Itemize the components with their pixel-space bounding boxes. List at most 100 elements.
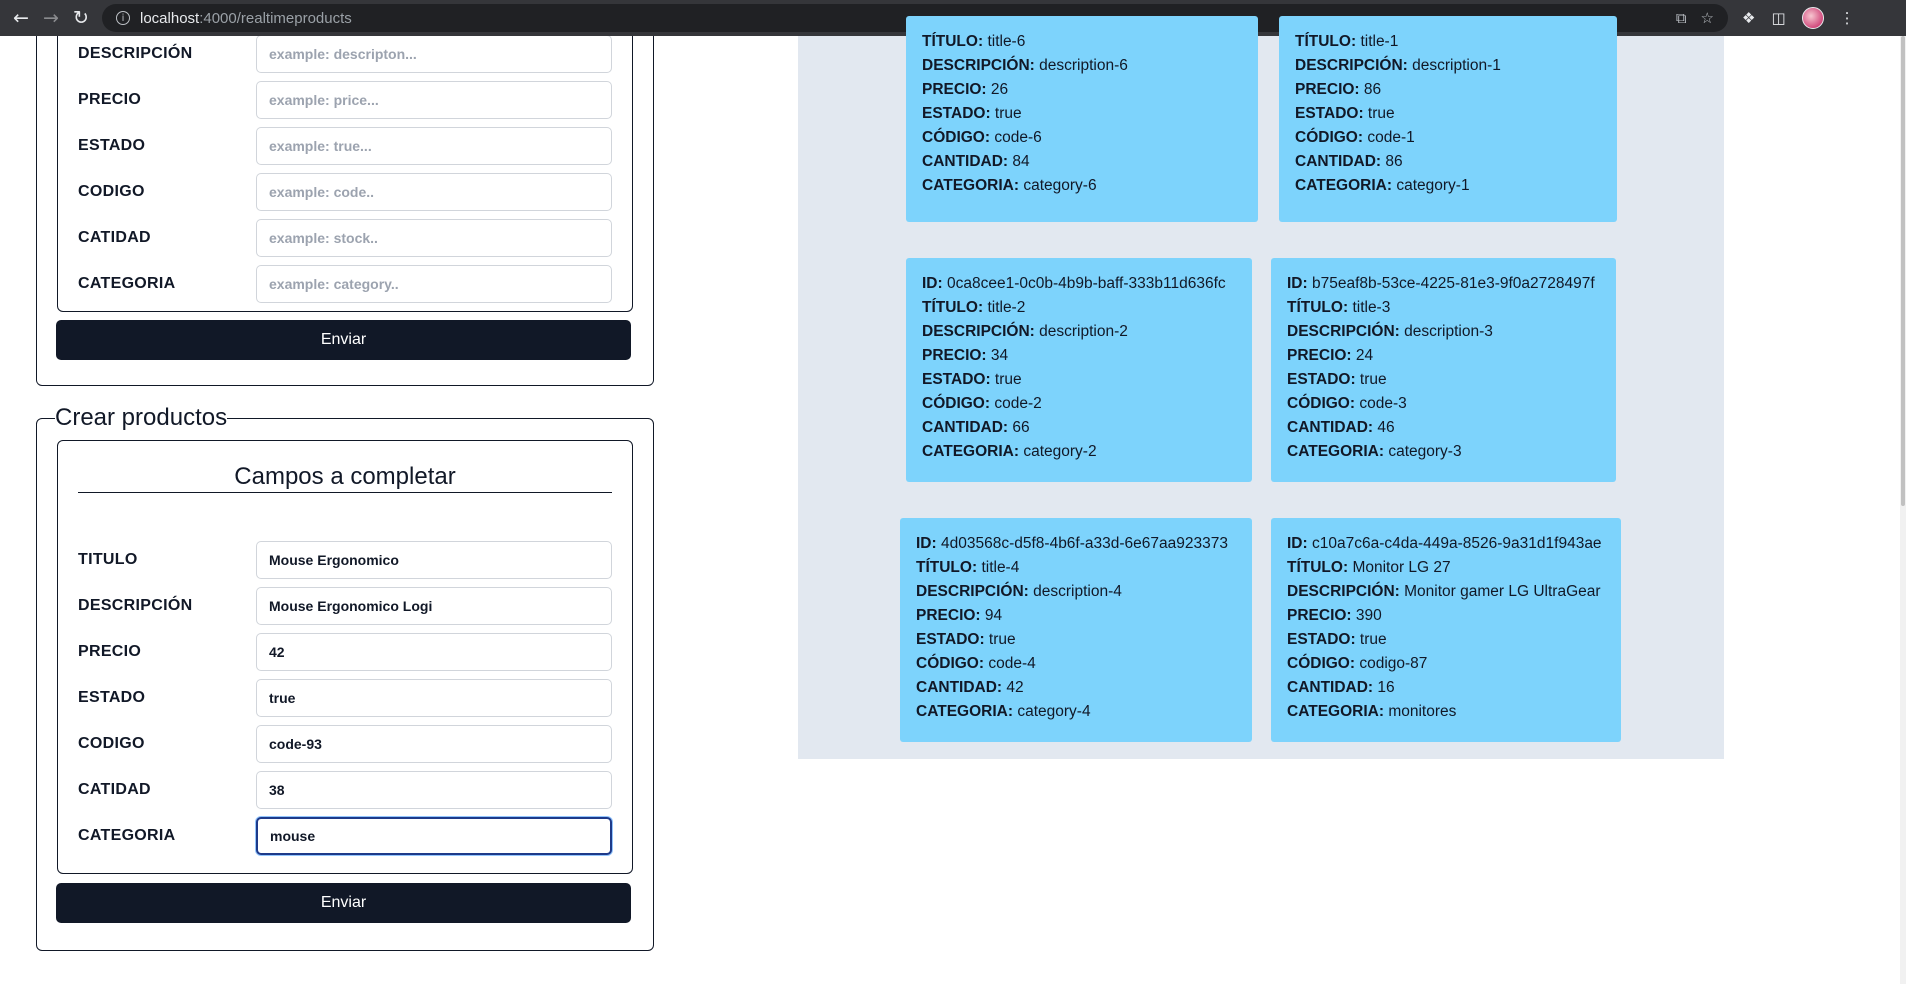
form-row: CATIDAD	[78, 215, 612, 261]
create-fields-panel: Campos a completar TITULO DESCRIPCIÓN PREC…	[57, 440, 633, 874]
side-panel-icon[interactable]: ◫	[1771, 9, 1785, 27]
product-stock-line: CANTIDAD: 86	[1295, 150, 1601, 174]
field-input[interactable]	[256, 36, 612, 73]
create-legend: Crear productos	[55, 404, 228, 431]
field-input[interactable]	[256, 541, 612, 579]
url-path: :4000/realtimeproducts	[199, 9, 352, 27]
product-code-value: code-2	[994, 395, 1042, 412]
product-status-line: ESTADO: true	[1287, 368, 1600, 392]
site-info-icon[interactable]: i	[116, 11, 130, 25]
update-fields-panel: DESCRIPCIÓN PRECIO ESTADO CODIGO CATIDAD CATE…	[57, 36, 633, 312]
product-status-line: ESTADO: true	[1295, 102, 1601, 126]
product-id-line: ID: b75eaf8b-53ce-4225-81e3-9f0a2728497f	[1287, 272, 1600, 296]
extensions-puzzle-icon[interactable]: ❖	[1742, 9, 1755, 27]
field-input[interactable]	[256, 633, 612, 671]
bookmark-star-icon[interactable]: ☆	[1701, 9, 1714, 27]
product-price-label: PRECIO:	[1295, 81, 1360, 98]
form-row: CATEGORIA	[78, 261, 612, 307]
form-row: PRECIO	[78, 77, 612, 123]
product-stock-value: 66	[1012, 419, 1030, 436]
product-title-label: TÍTULO:	[1287, 559, 1349, 576]
product-code-line: CÓDIGO: code-2	[922, 392, 1236, 416]
back-arrow-icon[interactable]: ←	[8, 5, 34, 31]
product-description-line: DESCRIPCIÓN: description-4	[916, 580, 1236, 604]
product-code-label: CÓDIGO:	[1295, 129, 1364, 146]
field-label: TITULO	[78, 551, 138, 568]
product-code-line: CÓDIGO: code-4	[916, 652, 1236, 676]
product-price-line: PRECIO: 390	[1287, 604, 1605, 628]
field-input[interactable]	[256, 81, 612, 119]
field-input[interactable]	[256, 127, 612, 165]
product-category-value: category-3	[1388, 443, 1462, 460]
product-id-line: ID: 4d03568c-d5f8-4b6f-a33d-6e67aa923373	[916, 532, 1236, 556]
url-host: localhost	[140, 9, 200, 27]
field-input[interactable]	[256, 679, 612, 717]
product-status-line: ESTADO: true	[922, 102, 1242, 126]
product-description-label: DESCRIPCIÓN:	[916, 583, 1029, 600]
scrollbar-thumb[interactable]	[1901, 36, 1905, 506]
url-text[interactable]: localhost:4000/realtimeproducts	[140, 10, 352, 27]
field-label: PRECIO	[78, 91, 142, 108]
product-title-value: title-4	[981, 559, 1020, 576]
profile-avatar[interactable]	[1801, 7, 1824, 29]
product-id-label: ID:	[1287, 535, 1308, 552]
product-description-line: DESCRIPCIÓN: description-3	[1287, 320, 1600, 344]
product-title-line: TÍTULO: Monitor LG 27	[1287, 556, 1605, 580]
product-category-line: CATEGORIA: category-3	[1287, 440, 1600, 464]
product-description-value: description-4	[1033, 583, 1122, 600]
product-status-line: ESTADO: true	[922, 368, 1236, 392]
product-title-line: TÍTULO: title-2	[922, 296, 1236, 320]
product-category-value: category-6	[1023, 177, 1097, 194]
product-title-label: TÍTULO:	[1295, 33, 1357, 50]
product-code-label: CÓDIGO:	[916, 655, 985, 672]
product-card: ID: b75eaf8b-53ce-4225-81e3-9f0a2728497f…	[1271, 258, 1616, 482]
product-id-label: ID:	[1287, 275, 1308, 292]
product-title-label: TÍTULO:	[922, 33, 984, 50]
product-status-label: ESTADO:	[922, 371, 991, 388]
product-category-label: CATEGORIA:	[922, 443, 1020, 460]
product-description-label: DESCRIPCIÓN:	[1295, 57, 1408, 74]
field-input[interactable]	[256, 817, 612, 855]
create-product-fieldset: Crear productos Campos a completar TITUL…	[36, 404, 654, 951]
product-status-label: ESTADO:	[1295, 105, 1364, 122]
field-input[interactable]	[256, 173, 612, 211]
product-price-line: PRECIO: 26	[922, 78, 1242, 102]
form-row: TITULO	[78, 537, 612, 583]
field-label: CODIGO	[78, 735, 145, 752]
product-stock-label: CANTIDAD:	[922, 153, 1009, 170]
product-stock-line: CANTIDAD: 42	[916, 676, 1236, 700]
field-input[interactable]	[256, 771, 612, 809]
product-status-line: ESTADO: true	[916, 628, 1236, 652]
product-code-label: CÓDIGO:	[922, 395, 991, 412]
product-category-label: CATEGORIA:	[916, 703, 1014, 720]
update-field-list: DESCRIPCIÓN PRECIO ESTADO CODIGO CATIDAD CATE…	[78, 36, 612, 307]
product-price-line: PRECIO: 24	[1287, 344, 1600, 368]
field-input[interactable]	[256, 725, 612, 763]
product-category-line: CATEGORIA: monitores	[1287, 700, 1605, 724]
form-row: CATIDAD	[78, 767, 612, 813]
field-label: PRECIO	[78, 643, 142, 660]
field-label: CODIGO	[78, 183, 145, 200]
create-submit-button[interactable]: Enviar	[56, 883, 631, 923]
product-card: ID: 4d03568c-d5f8-4b6f-a33d-6e67aa923373…	[900, 518, 1252, 742]
field-input[interactable]	[256, 265, 612, 303]
forward-arrow-icon[interactable]: →	[38, 5, 64, 31]
product-price-value: 86	[1363, 81, 1382, 98]
product-category-line: CATEGORIA: category-1	[1295, 174, 1601, 198]
share-icon[interactable]: ⧉	[1676, 9, 1687, 27]
product-stock-value: 42	[1006, 679, 1024, 696]
product-stock-label: CANTIDAD:	[1287, 419, 1374, 436]
create-field-list: TITULO DESCRIPCIÓN PRECIO ESTADO CODIGO CATID…	[78, 537, 612, 859]
field-input[interactable]	[256, 587, 612, 625]
product-id-value: 0ca8cee1-0c0b-4b9b-baff-333b11d636fc	[946, 275, 1226, 292]
product-title-line: TÍTULO: title-6	[922, 30, 1242, 54]
field-label: ESTADO	[78, 137, 146, 154]
product-price-label: PRECIO:	[922, 81, 987, 98]
create-form-title: Campos a completar	[78, 463, 612, 493]
menu-kebab-icon[interactable]: ⋮	[1840, 9, 1855, 27]
product-card: ID: c10a7c6a-c4da-449a-8526-9a31d1f943ae…	[1271, 518, 1621, 742]
field-input[interactable]	[256, 219, 612, 257]
product-title-label: TÍTULO:	[922, 299, 984, 316]
reload-icon[interactable]: ↻	[68, 5, 94, 31]
update-submit-button[interactable]: Enviar	[56, 320, 631, 360]
